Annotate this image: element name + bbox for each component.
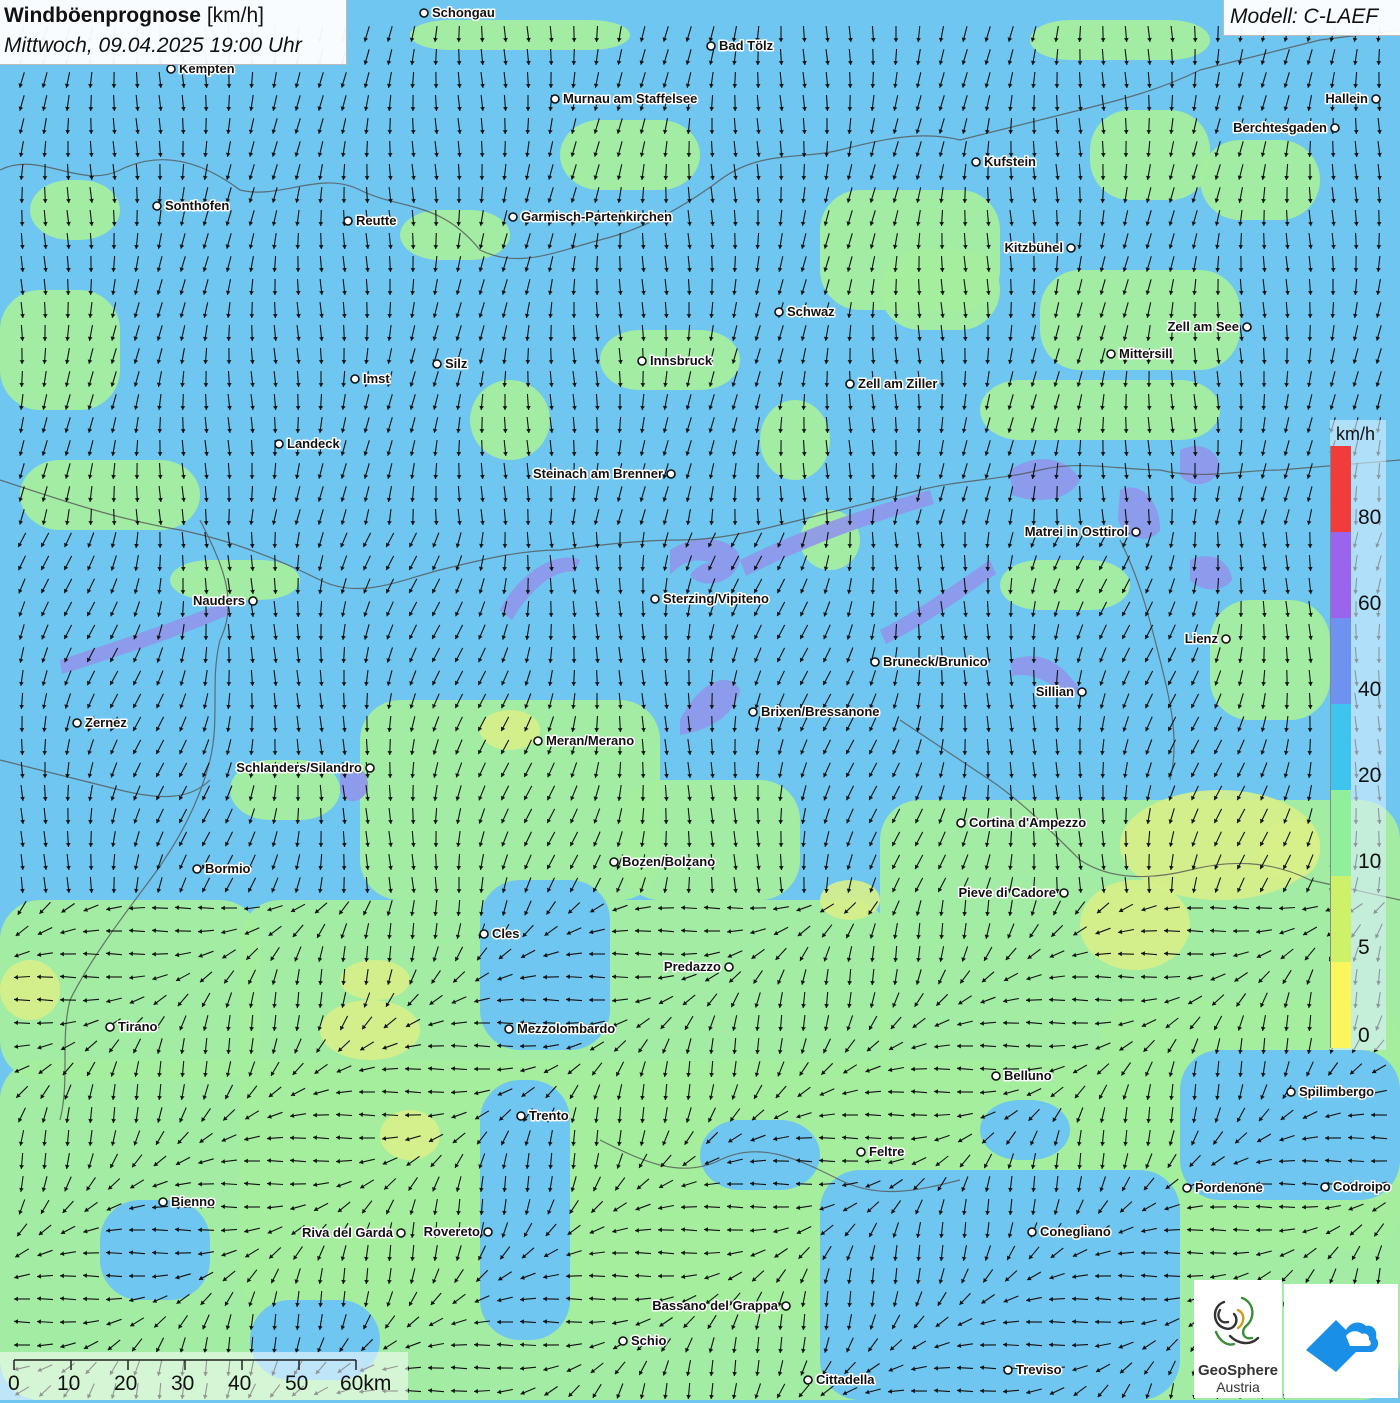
calm-zone bbox=[620, 780, 800, 900]
calm-zone bbox=[0, 290, 120, 410]
calm-zone bbox=[30, 180, 120, 240]
weak-zone bbox=[1260, 820, 1320, 880]
weak-zone bbox=[1080, 880, 1190, 970]
calm-zone bbox=[880, 250, 1000, 330]
calm-zone bbox=[400, 210, 510, 260]
weak-zone bbox=[480, 710, 540, 750]
calm-zone bbox=[560, 120, 700, 190]
weak-zone bbox=[320, 1000, 420, 1060]
moderate-zone bbox=[1180, 1050, 1400, 1200]
weak-zone bbox=[340, 960, 410, 1000]
moderate-zone bbox=[980, 1100, 1070, 1160]
calm-zone bbox=[1090, 110, 1210, 200]
weak-zone bbox=[0, 960, 60, 1020]
moderate-zone bbox=[820, 1170, 1180, 1400]
calm-zone bbox=[980, 380, 1220, 440]
moderate-zone bbox=[100, 1200, 210, 1300]
moderate-zone bbox=[700, 1120, 820, 1190]
calm-zone bbox=[1200, 140, 1320, 220]
calm-zone bbox=[1000, 560, 1130, 610]
wind-gust-map: SchongauBad TölzKemptenMurnau am Staffel… bbox=[0, 0, 1400, 1400]
weak-zone bbox=[380, 1110, 440, 1160]
calm-zone bbox=[760, 400, 830, 480]
